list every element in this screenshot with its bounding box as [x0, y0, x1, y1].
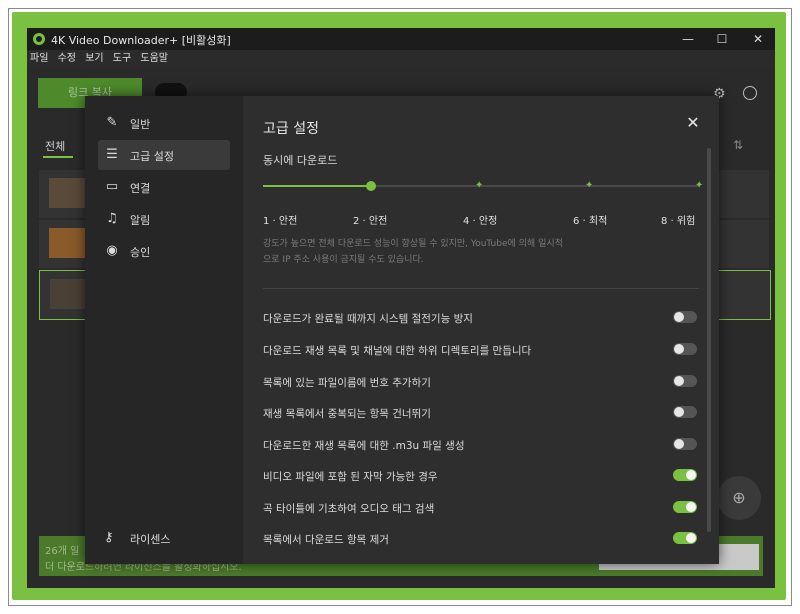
- sidebar-item-notifications[interactable]: ♫ 알림: [98, 204, 230, 234]
- sidebar-item-general[interactable]: ✎ 일반: [98, 108, 230, 138]
- window-title: 4K Video Downloader+ [비활성화]: [51, 34, 231, 47]
- banner-count: 26개 일: [45, 546, 80, 557]
- tab-all[interactable]: 전체: [45, 138, 65, 154]
- setting-label: 다운로드 재생 목록 및 채널에 대한 하위 디렉토리를 만듭니다: [263, 345, 532, 357]
- setting-label: 재생 목록에서 중복되는 항목 건너뛰기: [263, 408, 431, 420]
- concurrent-downloads-label: 동시에 다운로드: [263, 154, 338, 167]
- slider-handle[interactable]: [366, 181, 376, 191]
- slider-step-label: 6 · 최적: [573, 216, 608, 227]
- maximize-button[interactable]: ☐: [707, 30, 737, 48]
- settings-sidebar: ✎ 일반 ☰ 고급 설정 ▭ 연결 ♫ 알림 ◉ 승인 ⚷ 라이센스: [85, 96, 243, 564]
- toggle-knob: [686, 533, 696, 543]
- key-icon: ⚷: [104, 530, 114, 545]
- sidebar-item-approval[interactable]: ◉ 승인: [98, 236, 230, 266]
- sidebar-item-connection[interactable]: ▭ 연결: [98, 172, 230, 202]
- setting-label: 곡 타이틀에 기초하여 오디오 태그 검색: [263, 503, 435, 515]
- setting-toggle[interactable]: [673, 375, 697, 387]
- sidebar-item-label: 라이센스: [130, 533, 171, 546]
- setting-row: 목록에서 다운로드 항목 제거: [263, 529, 703, 549]
- sidebar-item-license[interactable]: ⚷ 라이센스: [98, 524, 230, 552]
- sliders-icon: ☰: [106, 147, 118, 162]
- setting-toggle[interactable]: [673, 469, 697, 481]
- slider-fill: [263, 185, 371, 187]
- setting-toggle[interactable]: [673, 343, 697, 355]
- setting-row: 다운로드가 완료될 때까지 시스템 절전기능 방지: [263, 308, 703, 328]
- toggle-knob: [674, 376, 684, 386]
- sidebar-item-label: 승인: [130, 246, 151, 259]
- setting-label: 비디오 파일에 포함 된 자막 가능한 경우: [263, 471, 438, 483]
- menu-file[interactable]: 파일: [30, 50, 48, 67]
- tab-underline: [43, 156, 73, 158]
- menu-bar: 파일 수정 보기 도구 도움말: [27, 50, 775, 67]
- setting-row: 다운로드한 재생 목록에 대한 .m3u 파일 생성: [263, 435, 703, 455]
- globe-icon[interactable]: ⊕: [717, 476, 761, 520]
- toggle-knob: [674, 344, 684, 354]
- concurrent-downloads-slider[interactable]: ✦ ✦ ✦: [263, 180, 703, 191]
- setting-row: 재생 목록에서 중복되는 항목 건너뛰기: [263, 403, 703, 423]
- sidebar-item-label: 일반: [130, 118, 151, 131]
- setting-label: 다운로드가 완료될 때까지 시스템 절전기능 방지: [263, 313, 473, 325]
- scrollbar[interactable]: [707, 148, 711, 532]
- slider-tick-icon: ✦: [585, 180, 594, 191]
- minimize-button[interactable]: —: [673, 30, 703, 48]
- toggle-knob: [674, 312, 684, 322]
- close-window-button[interactable]: ✕: [743, 30, 773, 48]
- slider-tick-icon: ✦: [695, 180, 704, 191]
- slider-step-label: 1 · 안전: [263, 216, 298, 227]
- user-circle-icon: ◉: [106, 243, 118, 258]
- setting-toggle[interactable]: [673, 406, 697, 418]
- toggle-knob: [686, 470, 696, 480]
- page-title: 고급 설정: [263, 121, 319, 137]
- settings-content: 고급 설정 ✕ 동시에 다운로드 ✦ ✦ ✦ 1 · 안전 2 · 안전 4 ·…: [243, 96, 719, 564]
- slider-note: 강도가 높으면 전체 다운로드 성능이 향상될 수 있지만, YouTube에 …: [263, 239, 563, 265]
- setting-row: 목록에 있는 파일이름에 번호 추가하기: [263, 372, 703, 392]
- setting-label: 목록에서 다운로드 항목 제거: [263, 534, 389, 546]
- setting-toggle[interactable]: [673, 501, 697, 513]
- sort-icon[interactable]: ⇅: [733, 138, 743, 152]
- setting-toggle[interactable]: [673, 311, 697, 323]
- toggle-knob: [674, 439, 684, 449]
- sidebar-item-label: 고급 설정: [130, 150, 174, 163]
- settings-dialog: ✎ 일반 ☰ 고급 설정 ▭ 연결 ♫ 알림 ◉ 승인 ⚷ 라이센스 고급 설정…: [85, 96, 719, 564]
- close-icon[interactable]: ✕: [683, 113, 703, 133]
- title-bar: 4K Video Downloader+ [비활성화] — ☐ ✕: [27, 28, 775, 50]
- slider-step-label: 2 · 안전: [353, 216, 388, 227]
- account-icon[interactable]: [743, 86, 757, 100]
- setting-label: 목록에 있는 파일이름에 번호 추가하기: [263, 377, 431, 389]
- slider-step-label: 4 · 안정: [463, 216, 498, 227]
- divider: [263, 288, 699, 289]
- menu-view[interactable]: 보기: [85, 50, 103, 67]
- setting-row: 다운로드 재생 목록 및 채널에 대한 하위 디렉토리를 만듭니다: [263, 340, 703, 360]
- sidebar-item-advanced[interactable]: ☰ 고급 설정: [98, 140, 230, 170]
- setting-toggle[interactable]: [673, 438, 697, 450]
- setting-label: 다운로드한 재생 목록에 대한 .m3u 파일 생성: [263, 440, 465, 452]
- menu-edit[interactable]: 수정: [58, 50, 76, 67]
- wrench-icon: ✎: [106, 115, 118, 130]
- setting-row: 곡 타이틀에 기초하여 오디오 태그 검색: [263, 498, 703, 518]
- toggle-knob: [686, 502, 696, 512]
- server-icon: ▭: [105, 179, 119, 194]
- sidebar-item-label: 알림: [130, 214, 151, 227]
- setting-toggle[interactable]: [673, 532, 697, 544]
- slider-step-label: 8 · 위험: [661, 216, 696, 227]
- slider-tick-icon: ✦: [475, 180, 484, 191]
- sidebar-item-label: 연결: [130, 182, 151, 195]
- menu-tools[interactable]: 도구: [113, 50, 131, 67]
- setting-row: 비디오 파일에 포함 된 자막 가능한 경우: [263, 466, 703, 486]
- toggle-knob: [674, 407, 684, 417]
- menu-help[interactable]: 도움말: [140, 50, 168, 67]
- bell-icon: ♫: [106, 211, 118, 226]
- app-logo-icon: [33, 33, 45, 45]
